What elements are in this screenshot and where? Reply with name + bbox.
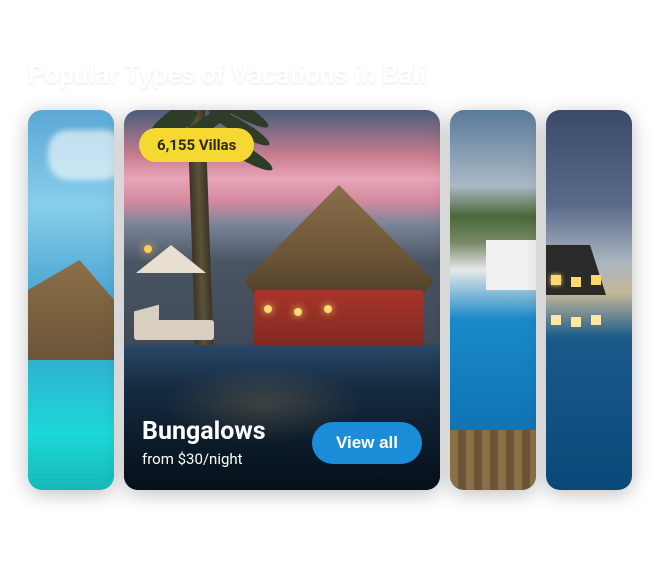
section-title: Popular Types of Vacations in Bali (28, 60, 660, 90)
villa-card-featured[interactable]: 6,155 Villas Bungalows from $30/night Vi… (124, 110, 440, 490)
villa-types-section: Popular Types of Vacations in Bali 6,155… (0, 0, 660, 530)
villa-card-next[interactable] (450, 110, 536, 490)
villa-card-prev[interactable] (28, 110, 114, 490)
villa-count-badge: 6,155 Villas (139, 128, 254, 162)
villa-card-next-2[interactable] (546, 110, 632, 490)
villa-type-title: Bungalows (142, 417, 266, 446)
villa-price: from $30/night (142, 450, 266, 468)
villa-carousel[interactable]: 6,155 Villas Bungalows from $30/night Vi… (28, 110, 660, 490)
view-all-button[interactable]: View all (312, 422, 422, 464)
